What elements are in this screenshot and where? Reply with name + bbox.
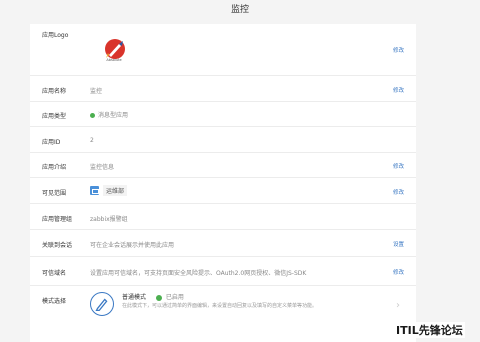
label-trusted-domain: 可信域名 (42, 270, 67, 277)
label-app-id: 应用ID (42, 139, 61, 146)
row-session: 关联到会话 可在企业会话展示并使用此应用 设置 (30, 230, 416, 257)
page-title: 监控 (230, 5, 249, 15)
mode-title-line[interactable]: 普通模式 已启用 (122, 292, 184, 301)
value-session: 可在企业会话展示并使用此应用 (90, 242, 175, 249)
label-app-name: 应用名称 (42, 88, 67, 95)
row-visible-scope: 可见范围 运维部 修改 (30, 178, 416, 204)
row-app-intro: 应用介绍 监控信息 修改 (30, 153, 416, 178)
department-tag: 运维部 (103, 185, 128, 196)
row-logo: 应用Logo Absolute 修改 (30, 24, 416, 76)
mode-name: 普通模式 (122, 294, 147, 301)
mode-status: 已启用 (165, 294, 184, 301)
label-app-admin: 应用管理组 (42, 216, 73, 223)
row-trusted-domain: 可信域名 设置应用可信域名，可支持页面安全风险提示、OAuth2.0网页授权、微… (30, 257, 416, 286)
row-app-id: 应用ID 2 (30, 127, 416, 153)
label-mode-select: 模式选择 (42, 298, 67, 305)
edit-logo-link[interactable]: 修改 (393, 46, 404, 54)
department-folder-icon (90, 186, 99, 195)
app-settings-panel: 应用Logo Absolute 修改 应用名称 监控 修改 应用类型 消息型应用… (30, 24, 416, 342)
label-session: 关联到会话 (42, 242, 73, 249)
value-app-name: 监控 (90, 88, 103, 95)
label-logo: 应用Logo (42, 32, 69, 39)
enabled-check-icon (155, 294, 162, 301)
value-app-intro: 监控信息 (90, 164, 115, 171)
row-app-admin: 应用管理组 zabbix报警组 (30, 204, 416, 230)
mode-description: 在此模式下，可以通过简单的界面编辑，来设置自动回复以及填写的自定义菜单等功能。 (122, 303, 318, 309)
watermark-text: ITIL先锋论坛 (394, 322, 465, 338)
value-app-admin: zabbix报警组 (90, 216, 128, 223)
edit-intro-link[interactable]: 修改 (393, 162, 404, 170)
row-app-name: 应用名称 监控 修改 (30, 76, 416, 102)
page-header: 监控 (0, 0, 480, 20)
message-type-icon (90, 113, 95, 118)
value-app-id: 2 (90, 137, 94, 144)
value-app-type-text: 消息型应用 (98, 112, 129, 119)
label-app-type: 应用类型 (42, 113, 67, 120)
pen-icon (90, 292, 114, 316)
value-visible-scope: 运维部 (90, 185, 128, 196)
row-mode-select: 模式选择 普通模式 已启用 在此模式下，可以通过简单的界面编辑，来设置自动回复以… (30, 286, 416, 342)
label-app-intro: 应用介绍 (42, 164, 67, 171)
row-app-type: 应用类型 消息型应用 (30, 102, 416, 127)
value-trusted-domain: 设置应用可信域名，可支持页面安全风险提示、OAuth2.0网页授权、微信JS-S… (90, 270, 307, 277)
label-visible-scope: 可见范围 (42, 190, 67, 197)
app-logo-caption: Absolute (106, 58, 122, 62)
edit-name-link[interactable]: 修改 (393, 86, 404, 94)
edit-scope-link[interactable]: 修改 (393, 188, 404, 196)
chevron-right-icon[interactable]: › (396, 300, 400, 311)
value-app-type: 消息型应用 (90, 110, 128, 119)
edit-domain-link[interactable]: 修改 (393, 268, 404, 276)
session-settings-link[interactable]: 设置 (393, 240, 404, 248)
